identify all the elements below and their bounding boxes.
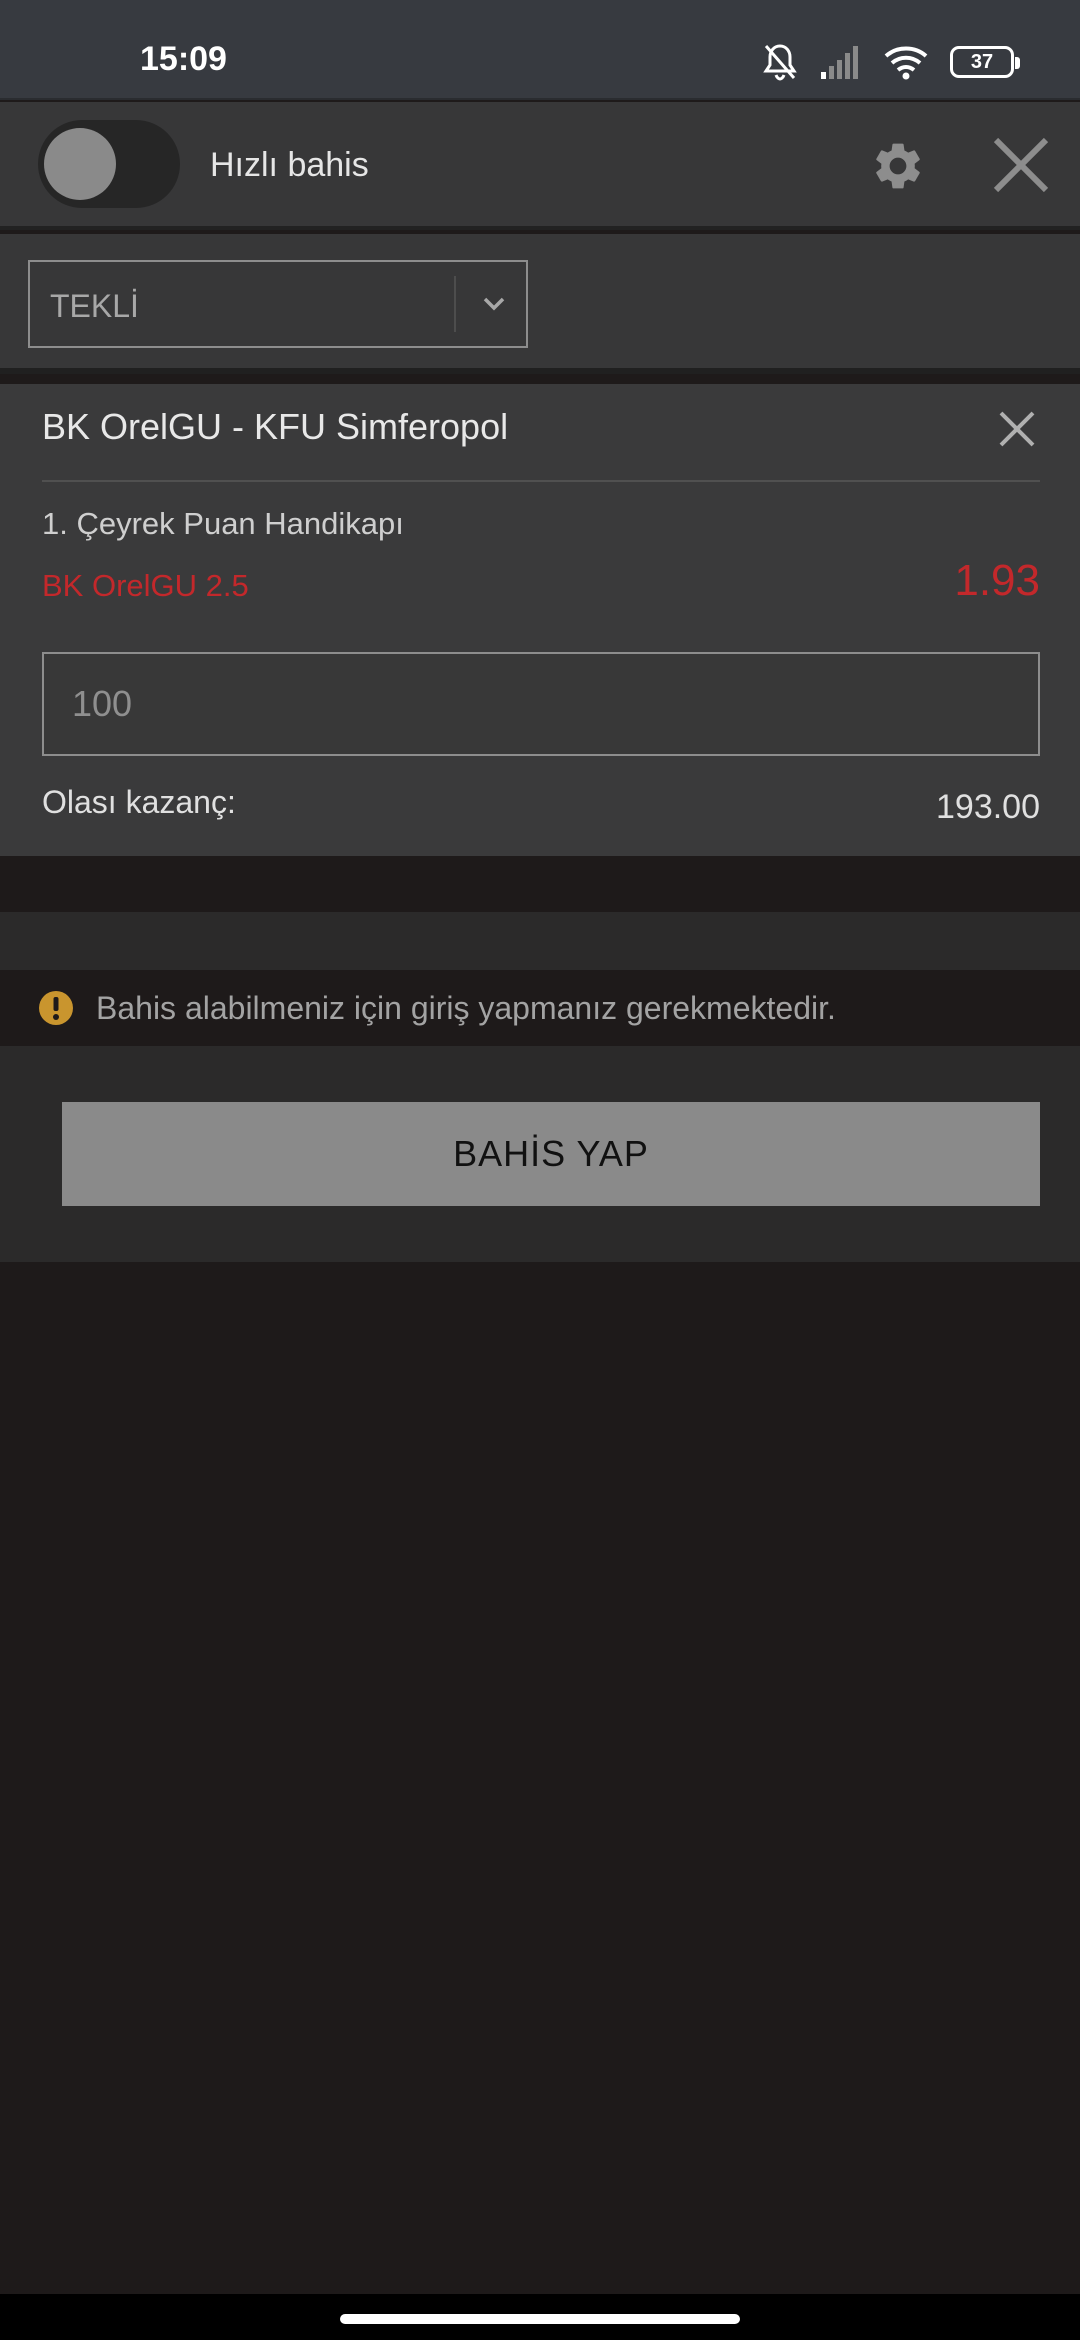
bet-slip-header: Hızlı bahis bbox=[0, 102, 1080, 230]
bet-type-select[interactable]: TEKLİ bbox=[28, 260, 528, 348]
bell-off-icon bbox=[763, 44, 797, 81]
close-icon[interactable] bbox=[992, 136, 1050, 194]
status-icons: 37 bbox=[762, 40, 1020, 84]
warning-icon bbox=[39, 991, 73, 1025]
stake-input[interactable] bbox=[42, 652, 1040, 756]
bet-card: BK OrelGU - KFU Simferopol 1. Çeyrek Pua… bbox=[0, 384, 1080, 856]
navigation-bar bbox=[0, 2294, 1080, 2340]
battery-level: 37 bbox=[970, 50, 994, 73]
wifi-icon bbox=[884, 46, 928, 80]
battery-icon: 37 bbox=[950, 46, 1020, 78]
match-title: BK OrelGU - KFU Simferopol bbox=[42, 406, 509, 447]
remove-bet-icon[interactable] bbox=[998, 410, 1036, 448]
signal-icon bbox=[821, 46, 858, 79]
status-time: 15:09 bbox=[140, 40, 227, 78]
quick-bet-toggle[interactable] bbox=[38, 120, 180, 208]
chevron-down-icon bbox=[483, 297, 505, 311]
home-indicator[interactable] bbox=[340, 2314, 740, 2324]
card-divider bbox=[42, 480, 1040, 482]
spacer-dark bbox=[0, 856, 1080, 912]
place-bet-button[interactable]: BAHİS YAP bbox=[62, 1102, 1040, 1206]
login-notice: Bahis alabilmeniz için giriş yapmanız ge… bbox=[0, 970, 1080, 1046]
potential-win-value: 193.00 bbox=[936, 788, 1040, 826]
quick-bet-label: Hızlı bahis bbox=[210, 146, 369, 184]
bet-type-value: TEKLİ bbox=[50, 288, 139, 324]
potential-win-label: Olası kazanç: bbox=[42, 784, 236, 820]
selection-name: BK OrelGU 2.5 bbox=[42, 568, 249, 603]
market-name: 1. Çeyrek Puan Handikapı bbox=[42, 506, 404, 541]
odds-value: 1.93 bbox=[954, 556, 1040, 605]
gear-icon[interactable] bbox=[870, 138, 926, 194]
bet-type-section: TEKLİ bbox=[0, 234, 1080, 374]
toggle-knob bbox=[44, 128, 116, 200]
spacer-gray bbox=[0, 912, 1080, 970]
select-divider bbox=[454, 276, 456, 332]
login-notice-text: Bahis alabilmeniz için giriş yapmanız ge… bbox=[96, 990, 836, 1026]
status-bar: 15:09 37 bbox=[0, 0, 1080, 100]
action-panel: BAHİS YAP bbox=[0, 1046, 1080, 1262]
